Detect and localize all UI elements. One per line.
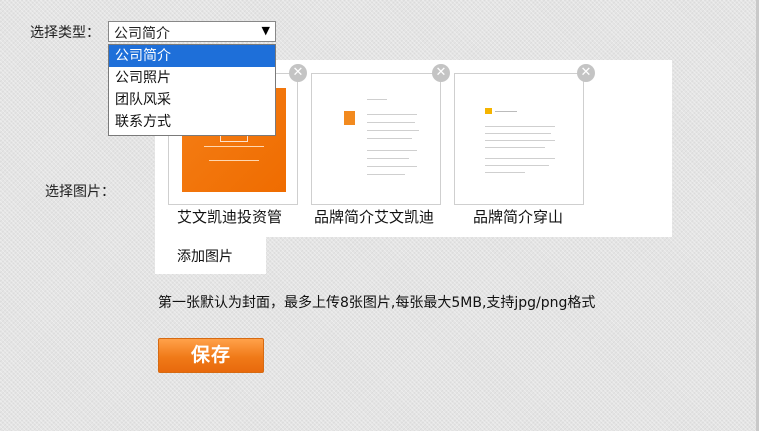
doc-text-line xyxy=(367,130,419,131)
add-image-button[interactable]: 添加图片 xyxy=(177,246,233,266)
doc-text-line xyxy=(485,158,555,159)
image-caption: 品牌简介艾文凯迪 xyxy=(314,208,435,226)
dropdown-option[interactable]: 公司简介 xyxy=(109,45,275,67)
doc-text-line xyxy=(485,172,525,173)
dropdown-arrow-icon: ▼ xyxy=(261,24,270,37)
dropdown-option[interactable]: 公司照片 xyxy=(109,67,275,89)
doc-text-line xyxy=(367,138,412,139)
type-select[interactable]: 公司简介 ▼ xyxy=(108,21,276,42)
close-icon[interactable]: ✕ xyxy=(432,64,450,82)
image-thumbnail[interactable] xyxy=(454,73,584,205)
dropdown-option[interactable]: 团队风采 xyxy=(109,89,275,111)
doc-text-line xyxy=(367,166,417,167)
doc-text-line xyxy=(485,147,545,148)
type-dropdown-list: 公司简介 公司照片 团队风采 联系方式 xyxy=(108,44,276,136)
doc-text-line xyxy=(485,140,555,141)
close-icon[interactable]: ✕ xyxy=(577,64,595,82)
type-label: 选择类型： xyxy=(30,25,100,41)
image-caption: 品牌简介穿山 xyxy=(473,208,564,226)
doc-logo-mark xyxy=(344,111,355,125)
save-button[interactable]: 保存 xyxy=(158,338,264,373)
doc-text-line xyxy=(495,111,517,112)
doc-text-line xyxy=(367,114,417,115)
doc-text-line xyxy=(367,158,409,159)
upload-hint: 第一张默认为封面，最多上传8张图片,每张最大5MB,支持jpg/png格式 xyxy=(158,295,596,311)
image-thumbnail[interactable] xyxy=(311,73,441,205)
doc-text-line xyxy=(485,126,555,127)
doc-text-line xyxy=(367,99,387,100)
doc-text-line xyxy=(367,174,405,175)
image-caption: 艾文凯迪投资管 xyxy=(177,208,283,226)
doc-logo-mark xyxy=(485,108,492,114)
doc-text-line xyxy=(485,165,549,166)
image-label: 选择图片： xyxy=(45,184,115,200)
cover-text-line xyxy=(204,146,264,147)
dropdown-option[interactable]: 联系方式 xyxy=(109,111,275,133)
type-select-value: 公司简介 xyxy=(114,26,170,42)
doc-text-line xyxy=(367,150,417,151)
cover-text-line xyxy=(209,160,259,161)
doc-text-line xyxy=(485,133,551,134)
close-icon[interactable]: ✕ xyxy=(289,64,307,82)
doc-text-line xyxy=(367,122,415,123)
